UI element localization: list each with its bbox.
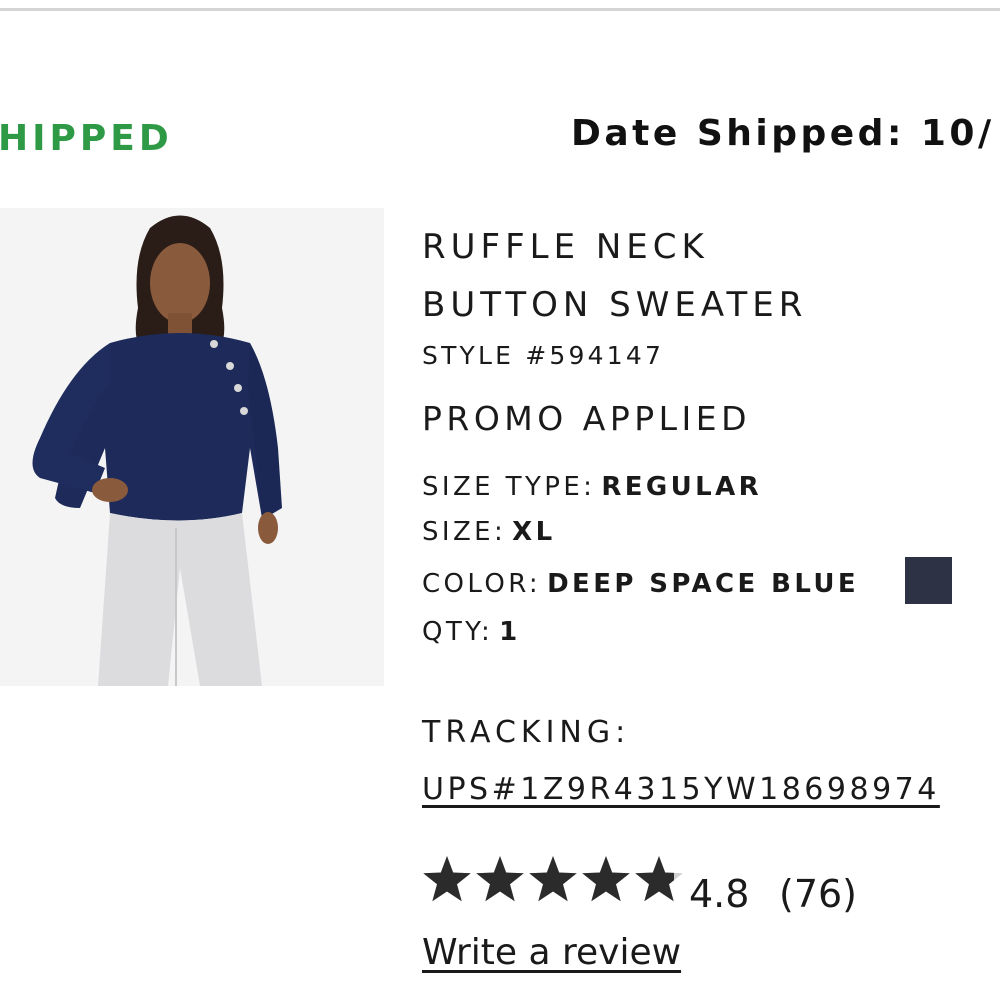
qty-row: QTY: 1	[422, 617, 521, 647]
promo-applied: PROMO APPLIED	[422, 399, 751, 438]
qty-label: QTY:	[422, 617, 494, 647]
review-count: (76)	[779, 872, 858, 916]
rating-value: 4.8	[689, 872, 750, 916]
top-divider	[0, 8, 1000, 11]
product-rating[interactable]: 4.8 (76)	[422, 850, 982, 916]
size-row: SIZE: XL	[422, 517, 556, 547]
date-shipped: Date Shipped: 10/	[571, 113, 995, 154]
star-icon	[423, 856, 471, 902]
color-row: COLOR: DEEP SPACE BLUE	[422, 569, 859, 599]
order-item-page: HIPPED Date Shipped: 10/ RUFFLE NECK BUT…	[0, 0, 1000, 1000]
style-number: STYLE #594147	[422, 341, 665, 370]
tracking-number-link[interactable]: UPS#1Z9R4315YW18698974	[422, 772, 940, 807]
product-name[interactable]: RUFFLE NECK BUTTON SWEATER	[422, 218, 982, 334]
size-type-label: SIZE TYPE:	[422, 472, 596, 502]
star-icon	[476, 856, 524, 902]
product-name-line-2: BUTTON SWEATER	[422, 285, 808, 325]
qty-value: 1	[499, 617, 521, 647]
star-icon	[529, 856, 577, 902]
tracking-label: TRACKING:	[422, 715, 631, 750]
product-name-line-1: RUFFLE NECK	[422, 227, 709, 267]
size-value: XL	[512, 517, 556, 547]
color-value: DEEP SPACE BLUE	[547, 569, 860, 599]
size-type-value: REGULAR	[601, 472, 763, 502]
color-label: COLOR:	[422, 569, 542, 599]
star-rating	[422, 854, 690, 906]
stars-group	[423, 856, 683, 902]
sweater-model-illustration	[0, 208, 384, 686]
shipment-status: HIPPED	[0, 118, 173, 159]
write-review-link[interactable]: Write a review	[422, 932, 681, 973]
color-swatch	[905, 557, 952, 604]
star-icon	[582, 856, 630, 902]
size-type-row: SIZE TYPE: REGULAR	[422, 472, 762, 502]
product-image[interactable]	[0, 208, 384, 686]
size-label: SIZE:	[422, 517, 507, 547]
